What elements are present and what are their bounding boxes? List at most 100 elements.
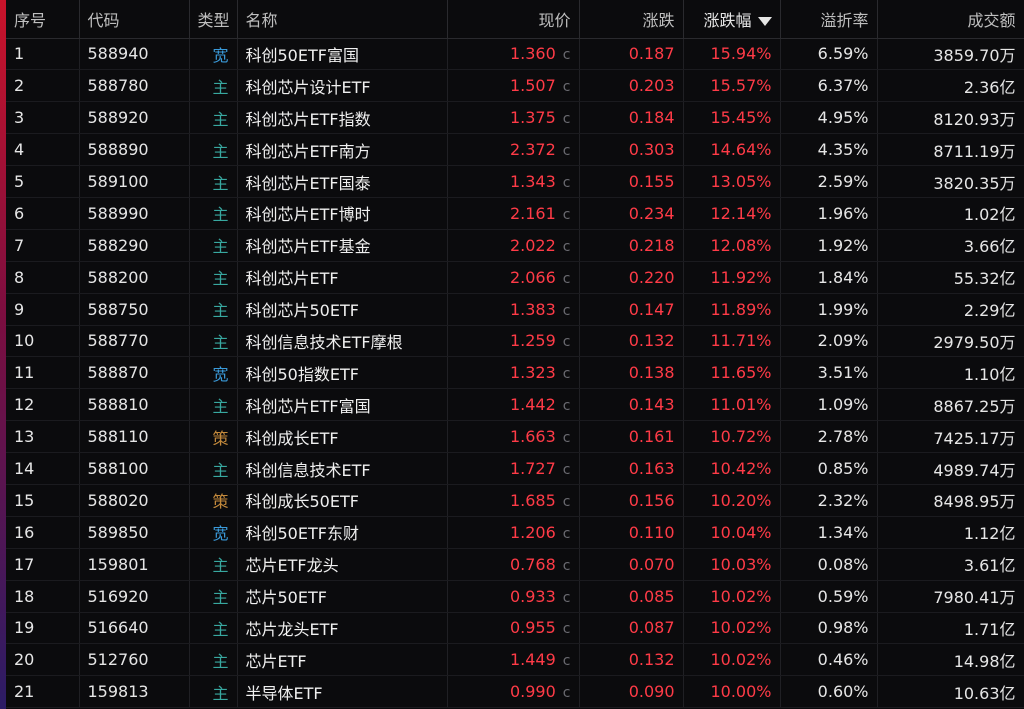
- cell-price: 1.343 c: [447, 165, 580, 198]
- cell-premium: 0.08%: [780, 548, 878, 581]
- cell-index: 3: [6, 101, 80, 135]
- cell-premium: 4.35%: [780, 133, 878, 167]
- cell-change-pct: 13.05%: [683, 165, 781, 198]
- price-value: 1.663: [509, 427, 556, 447]
- cell-name: 科创成长ETF: [237, 420, 448, 454]
- cell-amount: 7980.41万: [877, 580, 1024, 613]
- table-row[interactable]: 9 588750 主科创芯片50ETF 1.383 c 0.147 11.89% 1.99% 2…: [6, 293, 1024, 326]
- cell-index: 18: [6, 580, 80, 613]
- cell-price: 0.768 c: [447, 548, 580, 581]
- price-flag: c: [562, 398, 571, 415]
- cell-price: 0.933 c: [447, 580, 580, 613]
- cell-premium: 3.51%: [780, 356, 878, 390]
- price-value: 1.383: [509, 299, 556, 319]
- cell-type-badge: 主: [189, 197, 238, 230]
- price-flag: c: [562, 111, 571, 128]
- cell-type-badge: 主: [189, 325, 238, 358]
- cell-price: 1.442 c: [447, 388, 580, 422]
- table-row[interactable]: 6 588990 主科创芯片ETF博时 2.161 c 0.234 12.14% 1.96% 1…: [6, 197, 1024, 230]
- price-flag: c: [562, 270, 571, 287]
- cell-code: 512760: [79, 643, 190, 677]
- price-value: 2.022: [509, 235, 556, 255]
- price-flag: c: [562, 302, 571, 319]
- cell-change: 0.161: [579, 420, 684, 454]
- header-premium[interactable]: 溢折率: [780, 0, 878, 39]
- table-row[interactable]: 7 588290 主科创芯片ETF基金 2.022 c 0.218 12.08% 1.92% 3…: [6, 229, 1024, 262]
- cell-change-pct: 10.02%: [683, 643, 781, 677]
- table-row[interactable]: 4 588890 主科创芯片ETF南方 2.372 c 0.303 14.64% 4.35% 8…: [6, 133, 1024, 167]
- header-name[interactable]: 名称: [237, 0, 448, 39]
- cell-change-pct: 10.72%: [683, 420, 781, 454]
- cell-price: 1.360 c: [447, 38, 580, 71]
- table-row[interactable]: 12 588810 主科创芯片ETF富国 1.442 c 0.143 11.01% 1.09%…: [6, 388, 1024, 422]
- cell-index: 17: [6, 548, 80, 581]
- cell-price: 0.990 c: [447, 675, 580, 709]
- table-row[interactable]: 15 588020 策科创成长50ETF 1.685 c 0.156 10.20% 2.32%…: [6, 484, 1024, 517]
- cell-change-pct: 11.89%: [683, 293, 781, 326]
- header-change-pct[interactable]: 涨跌幅: [683, 0, 781, 39]
- price-value: 0.933: [509, 586, 556, 606]
- price-value: 1.360: [509, 44, 556, 64]
- cell-change-pct: 11.71%: [683, 325, 781, 358]
- cell-change: 0.303: [579, 133, 684, 167]
- cell-price: 2.066 c: [447, 261, 580, 294]
- table-row[interactable]: 1 588940 宽科创50ETF富国 1.360 c 0.187 15.94% 6.59% 3…: [6, 38, 1024, 71]
- cell-change: 0.132: [579, 643, 684, 677]
- table-row[interactable]: 5 589100 主科创芯片ETF国泰 1.343 c 0.155 13.05% 2.59% 3…: [6, 165, 1024, 198]
- etf-quote-list: 序号 代码 类型 名称 现价 涨跌 涨跌幅 溢折率 成交额 1 588940 宽科创…: [0, 0, 1024, 709]
- table-row[interactable]: 11 588870 宽科创50指数ETF 1.323 c 0.138 11.65% 3.51%…: [6, 356, 1024, 390]
- cell-change: 0.070: [579, 548, 684, 581]
- cell-amount: 2.36亿: [877, 69, 1024, 103]
- table-row[interactable]: 10 588770 主科创信息技术ETF摩根 1.259 c 0.132 11.71% 2.0…: [6, 325, 1024, 358]
- cell-type-badge: 主: [189, 261, 238, 294]
- price-flag: c: [562, 685, 571, 702]
- cell-type-badge: 主: [189, 101, 238, 135]
- header-change-pct-label: 涨跌幅: [703, 10, 752, 30]
- cell-code: 588110: [79, 420, 190, 454]
- cell-index: 20: [6, 643, 80, 677]
- cell-premium: 2.09%: [780, 325, 878, 358]
- cell-index: 15: [6, 484, 80, 517]
- price-value: 1.323: [509, 363, 556, 383]
- header-code[interactable]: 代码: [79, 0, 190, 39]
- table-row[interactable]: 3 588920 主科创芯片ETF指数 1.375 c 0.184 15.45% 4.95% 8…: [6, 101, 1024, 135]
- header-index[interactable]: 序号: [6, 0, 80, 39]
- table-row[interactable]: 8 588200 主科创芯片ETF 2.066 c 0.220 11.92% 1.84% 55.…: [6, 261, 1024, 294]
- price-flag: c: [562, 79, 571, 96]
- table-row[interactable]: 19 516640 主芯片龙头ETF 0.955 c 0.087 10.02% 0.98% 1.…: [6, 612, 1024, 645]
- price-value: 1.449: [509, 650, 556, 670]
- cell-premium: 0.46%: [780, 643, 878, 677]
- cell-code: 588780: [79, 69, 190, 103]
- table-row[interactable]: 16 589850 宽科创50ETF东财 1.206 c 0.110 10.04% 1.34%…: [6, 516, 1024, 549]
- cell-name: 科创信息技术ETF摩根: [237, 325, 448, 358]
- price-value: 1.206: [509, 522, 556, 542]
- header-amount[interactable]: 成交额: [877, 0, 1024, 39]
- table-row[interactable]: 18 516920 主芯片50ETF 0.933 c 0.085 10.02% 0.59% 79…: [6, 580, 1024, 613]
- price-flag: c: [562, 653, 571, 670]
- table-row[interactable]: 2 588780 主科创芯片设计ETF 1.507 c 0.203 15.57% 6.37% 2…: [6, 69, 1024, 103]
- cell-amount: 8120.93万: [877, 101, 1024, 135]
- price-value: 2.372: [509, 140, 556, 160]
- cell-price: 1.375 c: [447, 101, 580, 135]
- cell-change: 0.087: [579, 612, 684, 645]
- cell-change: 0.090: [579, 675, 684, 709]
- table-row[interactable]: 14 588100 主科创信息技术ETF 1.727 c 0.163 10.42% 0.85%…: [6, 452, 1024, 485]
- header-type[interactable]: 类型: [189, 0, 238, 39]
- table-row[interactable]: 13 588110 策科创成长ETF 1.663 c 0.161 10.72% 2.78% 74…: [6, 420, 1024, 454]
- table-row[interactable]: 20 512760 主芯片ETF 1.449 c 0.132 10.02% 0.46% 14.9…: [6, 643, 1024, 677]
- cell-name: 科创芯片ETF: [237, 261, 448, 294]
- cell-name: 科创芯片设计ETF: [237, 69, 448, 103]
- cell-index: 21: [6, 675, 80, 709]
- table-row[interactable]: 17 159801 主芯片ETF龙头 0.768 c 0.070 10.03% 0.08% 3.…: [6, 548, 1024, 581]
- table-row[interactable]: 21 159813 主半导体ETF 0.990 c 0.090 10.00% 0.60% 10.…: [6, 675, 1024, 709]
- cell-code: 589850: [79, 516, 190, 549]
- cell-amount: 1.12亿: [877, 516, 1024, 549]
- cell-price: 1.383 c: [447, 293, 580, 326]
- cell-name: 科创50ETF富国: [237, 38, 448, 71]
- cell-type-badge: 主: [189, 293, 238, 326]
- cell-amount: 3.61亿: [877, 548, 1024, 581]
- header-change[interactable]: 涨跌: [579, 0, 684, 39]
- header-price[interactable]: 现价: [447, 0, 580, 39]
- cell-amount: 1.10亿: [877, 356, 1024, 390]
- cell-type-badge: 主: [189, 452, 238, 485]
